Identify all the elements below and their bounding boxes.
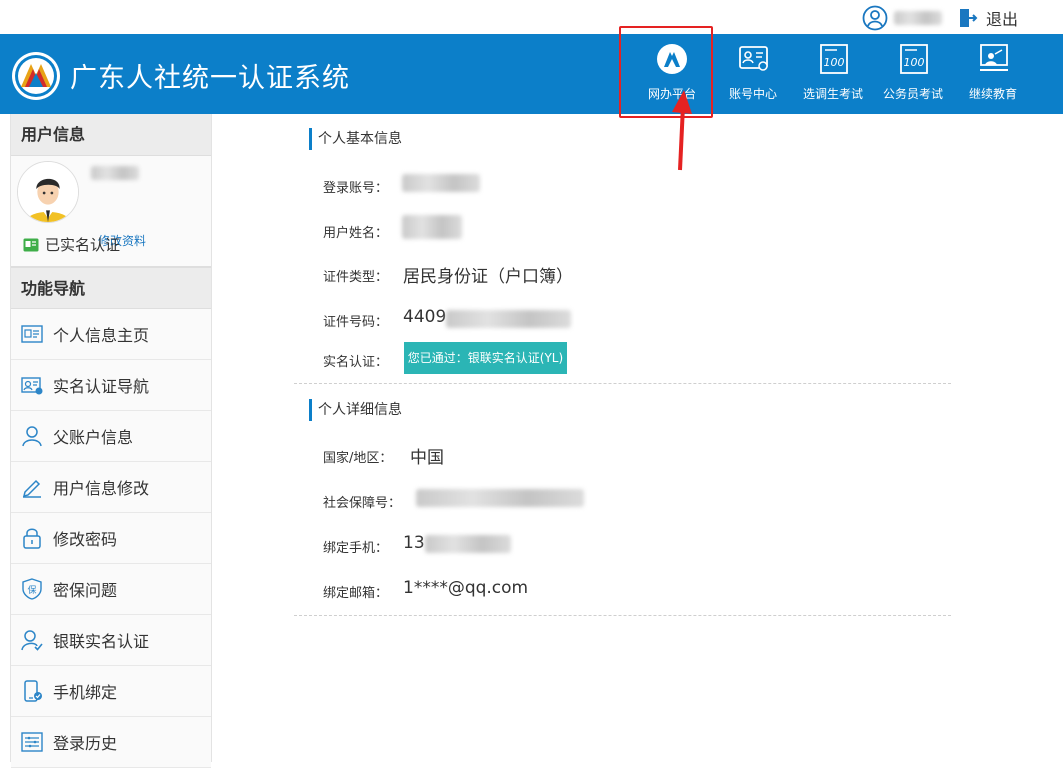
sidebar-item-change-password[interactable]: 修改密码 <box>11 513 211 564</box>
site-title: 广东人社统一认证系统 <box>70 63 350 94</box>
real-name-label: 实名认证： <box>323 355 389 370</box>
main-content: 个人基本信息 登录账号： 用户姓名： 证件类型： 居民身份证（户口簿） 证件号码… <box>294 114 951 762</box>
avatar[interactable] <box>17 161 79 223</box>
logout-icon <box>960 9 978 27</box>
nav-continuing-education[interactable]: 继续教育 <box>953 34 1033 114</box>
section-divider <box>294 615 951 616</box>
logout-label: 退出 <box>986 10 1019 29</box>
login-account-redacted <box>402 174 480 192</box>
exam-100-icon: 100 <box>900 44 928 74</box>
top-utility-bar: 退出 <box>0 0 1063 34</box>
country-label: 国家/地区： <box>323 451 393 466</box>
phone-label: 绑定手机： <box>323 541 389 556</box>
sidebar-item-verification-guide[interactable]: 实名认证导航 <box>11 360 211 411</box>
shield-icon: 保 <box>22 578 42 600</box>
id-number-label: 证件号码： <box>323 315 389 330</box>
sidebar-item-label: 密保问题 <box>53 581 118 600</box>
history-list-icon <box>21 732 43 752</box>
user-name-redacted <box>402 215 462 239</box>
nav-label: 选调生考试 <box>802 87 863 101</box>
nav-label: 公务员考试 <box>882 87 943 101</box>
nav-label: 账号中心 <box>728 87 777 101</box>
basic-info-title: 个人基本信息 <box>309 128 402 150</box>
sidebar-item-label: 用户信息修改 <box>53 479 150 498</box>
user-info-heading: 用户信息 <box>11 114 211 156</box>
user-circle-icon <box>862 5 888 31</box>
user-icon <box>22 426 42 447</box>
sidebar-item-phone-binding[interactable]: 手机绑定 <box>11 666 211 717</box>
gd-hrss-logo-icon[interactable] <box>11 51 61 101</box>
nav-label: 继续教育 <box>968 87 1017 101</box>
teacher-board-icon <box>980 44 1008 71</box>
verified-label: 已实名认证 <box>45 236 121 254</box>
exam-100-icon: 100 <box>820 44 848 74</box>
profile-name-redacted <box>91 166 139 180</box>
username-redacted <box>894 11 942 25</box>
sidebar-item-label: 修改密码 <box>53 530 118 549</box>
id-number-value: 4409 <box>403 307 447 327</box>
id-card-icon <box>21 325 43 343</box>
phone-value: 13 <box>403 533 425 553</box>
logout-button[interactable]: 退出 <box>958 6 1018 30</box>
function-nav-heading: 功能导航 <box>11 267 211 309</box>
sidebar-item-edit-user-info[interactable]: 用户信息修改 <box>11 462 211 513</box>
account-card-icon <box>739 46 768 71</box>
sidebar-item-security-questions[interactable]: 保 密保问题 <box>11 564 211 615</box>
detail-info-title: 个人详细信息 <box>309 399 402 421</box>
nav-xuandiao-exam[interactable]: 100 选调生考试 <box>793 34 873 114</box>
sidebar-item-label: 手机绑定 <box>53 683 118 702</box>
svg-text:100: 100 <box>824 56 845 69</box>
section-divider <box>294 383 951 384</box>
ssn-redacted <box>416 489 584 507</box>
nav-online-services[interactable]: 网办平台 <box>632 34 712 114</box>
id-type-value: 居民身份证（户口簿） <box>403 267 573 287</box>
ssn-label: 社会保障号： <box>323 496 402 511</box>
nav-label: 网办平台 <box>647 87 696 101</box>
site-header: 广东人社统一认证系统 网办平台 账号中心 100 选调生考试 100 公务员考试… <box>0 34 1063 114</box>
country-value: 中国 <box>410 448 444 468</box>
current-user[interactable] <box>862 5 942 31</box>
phone-redacted <box>425 535 511 553</box>
sidebar: 用户信息 修改资料 已实名认证 功能导航 个人信息主页 实名认证导航 父账户信息… <box>10 114 212 768</box>
id-type-label: 证件类型： <box>323 270 389 285</box>
svg-text:100: 100 <box>904 56 925 69</box>
sidebar-item-label: 银联实名认证 <box>53 632 150 651</box>
real-name-status-badge: 您已通过：银联实名认证(YL) <box>404 342 567 374</box>
lock-icon <box>23 528 41 549</box>
svg-text:保: 保 <box>27 584 36 596</box>
login-account-label: 登录账号： <box>323 181 389 196</box>
sidebar-item-profile-home[interactable]: 个人信息主页 <box>11 309 211 360</box>
pencil-icon <box>22 479 41 498</box>
sidebar-item-label: 实名认证导航 <box>53 377 150 396</box>
verified-status-row: 已实名认证 <box>23 234 120 255</box>
sidebar-item-parent-account[interactable]: 父账户信息 <box>11 411 211 462</box>
sidebar-item-login-history[interactable]: 登录历史 <box>11 717 211 768</box>
sidebar-item-label: 父账户信息 <box>53 428 134 447</box>
email-value: 1****@qq.com <box>403 578 529 598</box>
sidebar-item-label: 个人信息主页 <box>53 326 150 345</box>
email-label: 绑定邮箱： <box>323 586 389 601</box>
nav-civil-service-exam[interactable]: 100 公务员考试 <box>873 34 953 114</box>
verify-card-icon <box>21 377 43 395</box>
nav-account-center[interactable]: 账号中心 <box>713 34 793 114</box>
phone-icon <box>24 680 42 702</box>
verified-card-icon <box>23 238 39 251</box>
portal-icon <box>657 44 687 74</box>
sidebar-item-label: 登录历史 <box>53 734 118 753</box>
user-name-label: 用户姓名： <box>323 226 389 241</box>
id-number-redacted <box>446 310 571 328</box>
user-check-icon <box>21 630 43 651</box>
sidebar-item-unionpay-verification[interactable]: 银联实名认证 <box>11 615 211 666</box>
